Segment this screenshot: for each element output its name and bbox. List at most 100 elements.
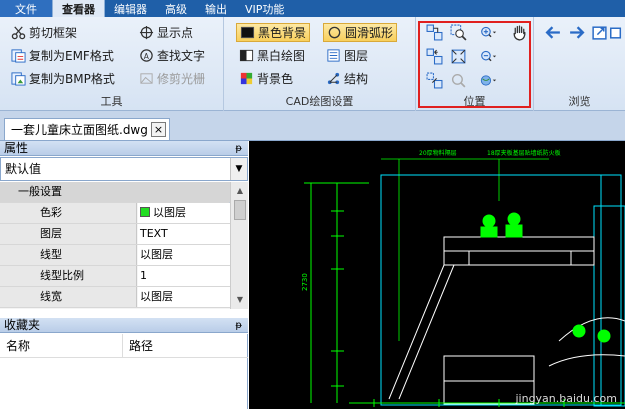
document-tab-title: 一套儿童床立面图纸.dwg bbox=[11, 123, 148, 137]
open-folder-button[interactable] bbox=[588, 22, 610, 42]
clip-frame-label: 剪切框架 bbox=[29, 26, 78, 40]
trim-raster-icon bbox=[139, 71, 154, 86]
crosshair-icon bbox=[139, 25, 154, 40]
menu-tab-output[interactable]: 输出 bbox=[196, 0, 236, 17]
folder-icon bbox=[610, 27, 622, 39]
annotation-right: 18厚夹板基层贴墙纸防火板 bbox=[487, 149, 561, 157]
structure-icon bbox=[326, 71, 341, 86]
property-name: 线型比例 bbox=[0, 266, 137, 286]
chevron-down-icon[interactable]: ▼ bbox=[230, 158, 247, 180]
property-row[interactable]: 线宽 以图层 bbox=[0, 287, 230, 308]
menu-tab-editor[interactable]: 编辑器 bbox=[105, 0, 156, 17]
bw-drawing-label: 黑白绘图 bbox=[257, 49, 306, 63]
menu-bar: 文件 查看器 编辑器 高级 输出 VIP功能 bbox=[0, 0, 625, 17]
property-grid: − 一般设置 色彩 以图层 图层 TEXT 线型 以图层 线型比例 1 线宽 以… bbox=[0, 182, 230, 309]
background-color-button[interactable]: 背景色 bbox=[236, 69, 296, 88]
more-button[interactable] bbox=[608, 22, 622, 42]
property-row[interactable]: 线型比例 1 bbox=[0, 266, 230, 287]
folder-arrow-icon bbox=[591, 25, 607, 40]
property-scrollbar[interactable]: ▲ ▼ bbox=[230, 182, 248, 309]
group-cad-settings-label: CAD绘图设置 bbox=[285, 95, 354, 108]
background-color-label: 背景色 bbox=[257, 72, 294, 86]
property-name: 色彩 bbox=[0, 203, 137, 223]
trim-raster-button[interactable]: 修剪光栅 bbox=[136, 69, 208, 88]
menu-file[interactable]: 文件 bbox=[0, 0, 52, 17]
copy-bmp-button[interactable]: 复制为BMP格式 bbox=[8, 69, 118, 88]
group-tools-label: 工具 bbox=[100, 95, 123, 108]
menu-tab-viewer[interactable]: 查看器 bbox=[52, 0, 105, 17]
black-bg-icon bbox=[240, 25, 255, 40]
menu-tab-advanced[interactable]: 高级 bbox=[156, 0, 196, 17]
copy-bmp-label: 复制为BMP格式 bbox=[29, 72, 115, 86]
cad-drawing-canvas[interactable]: 2730 20厚物料隔层 18厚夹板基层贴墙纸防火板 jingyan.baidu… bbox=[249, 141, 625, 409]
group-cad-settings: 黑色背景 圆滑弧形 黑白绘图 图层 背景色 结构 CAD绘图设置 bbox=[224, 17, 416, 111]
layers-icon bbox=[326, 48, 341, 63]
smooth-arc-button[interactable]: 圆滑弧形 bbox=[323, 23, 398, 42]
back-button[interactable] bbox=[542, 22, 564, 42]
copy-emf-label: 复制为EMF格式 bbox=[29, 49, 114, 63]
property-row[interactable]: 色彩 以图层 bbox=[0, 203, 230, 224]
show-points-button[interactable]: 显示点 bbox=[136, 23, 196, 42]
property-value[interactable]: 1 bbox=[138, 266, 230, 286]
menu-tab-vip[interactable]: VIP功能 bbox=[236, 0, 293, 17]
arrow-right-icon bbox=[569, 25, 585, 39]
property-value-text: 以图层 bbox=[153, 206, 186, 219]
dimension-text: 2730 bbox=[301, 273, 309, 291]
find-text-label: 查找文字 bbox=[157, 49, 206, 63]
palette-icon bbox=[239, 71, 254, 86]
property-name: 线型 bbox=[0, 245, 137, 265]
pin-icon[interactable]: ᵽ bbox=[235, 318, 242, 333]
properties-title: 属性 bbox=[4, 141, 29, 155]
copy-emf-button[interactable]: 复制为EMF格式 bbox=[8, 46, 117, 65]
show-points-label: 显示点 bbox=[157, 26, 194, 40]
scroll-thumb[interactable] bbox=[234, 200, 246, 220]
property-value[interactable]: TEXT bbox=[138, 224, 230, 244]
scissors-icon bbox=[11, 25, 26, 40]
black-background-label: 黑色背景 bbox=[258, 26, 307, 40]
bw-drawing-icon bbox=[239, 48, 254, 63]
forward-button[interactable] bbox=[565, 22, 587, 42]
property-group-label: 一般设置 bbox=[0, 182, 230, 202]
document-tab[interactable]: 一套儿童床立面图纸.dwg × bbox=[4, 118, 170, 140]
property-row[interactable]: 图层 TEXT bbox=[0, 224, 230, 245]
scroll-up-icon[interactable]: ▲ bbox=[231, 184, 249, 198]
structure-button[interactable]: 结构 bbox=[323, 69, 371, 88]
color-swatch-icon bbox=[140, 207, 150, 217]
property-name: 图层 bbox=[0, 224, 137, 244]
close-icon[interactable]: × bbox=[151, 122, 166, 137]
favorites-col-path[interactable]: 路径 bbox=[122, 334, 153, 358]
find-text-button[interactable]: A 查找文字 bbox=[136, 46, 208, 65]
black-background-button[interactable]: 黑色背景 bbox=[236, 23, 311, 42]
highlight-box bbox=[418, 21, 531, 108]
property-value[interactable]: 以图层 bbox=[138, 287, 230, 307]
structure-label: 结构 bbox=[344, 72, 369, 86]
favorites-list: 名称 路径 bbox=[0, 334, 248, 409]
property-value[interactable]: 以图层 bbox=[138, 245, 230, 265]
svg-text:A: A bbox=[144, 52, 150, 61]
favorites-header: 收藏夹 ᵽ bbox=[0, 318, 248, 333]
favorites-title: 收藏夹 bbox=[4, 318, 41, 332]
find-text-icon: A bbox=[139, 48, 154, 63]
properties-selector[interactable]: 默认值 ▼ bbox=[0, 157, 248, 181]
pin-icon[interactable]: ᵽ bbox=[235, 141, 242, 156]
watermark: jingyan.baidu.com bbox=[515, 392, 617, 405]
bw-drawing-button[interactable]: 黑白绘图 bbox=[236, 46, 308, 65]
cad-drawing: 2730 20厚物料隔层 18厚夹板基层贴墙纸防火板 bbox=[301, 149, 625, 407]
property-value[interactable]: 以图层 bbox=[138, 203, 230, 223]
favorites-col-name[interactable]: 名称 bbox=[0, 334, 30, 358]
property-name: 线宽 bbox=[0, 287, 137, 307]
layers-button[interactable]: 图层 bbox=[323, 46, 371, 65]
favorites-header-row: 名称 路径 bbox=[0, 334, 248, 358]
property-row[interactable]: 线型 以图层 bbox=[0, 245, 230, 266]
group-browse-label: 浏览 bbox=[568, 95, 591, 108]
smooth-arc-label: 圆滑弧形 bbox=[345, 26, 394, 40]
clip-frame-button[interactable]: 剪切框架 bbox=[8, 23, 80, 42]
group-tools: 剪切框架 复制为EMF格式 复制为BMP格式 显示点 A 查找文字 修剪光栅 工… bbox=[0, 17, 224, 111]
group-browse: 浏览 bbox=[534, 17, 625, 111]
arc-icon bbox=[327, 25, 342, 40]
ribbon: 剪切框架 复制为EMF格式 复制为BMP格式 显示点 A 查找文字 修剪光栅 工… bbox=[0, 17, 625, 111]
property-group-general[interactable]: − 一般设置 bbox=[0, 182, 230, 203]
scroll-down-icon[interactable]: ▼ bbox=[231, 293, 249, 307]
arrow-left-icon bbox=[544, 25, 560, 39]
emf-copy-icon bbox=[11, 48, 26, 63]
